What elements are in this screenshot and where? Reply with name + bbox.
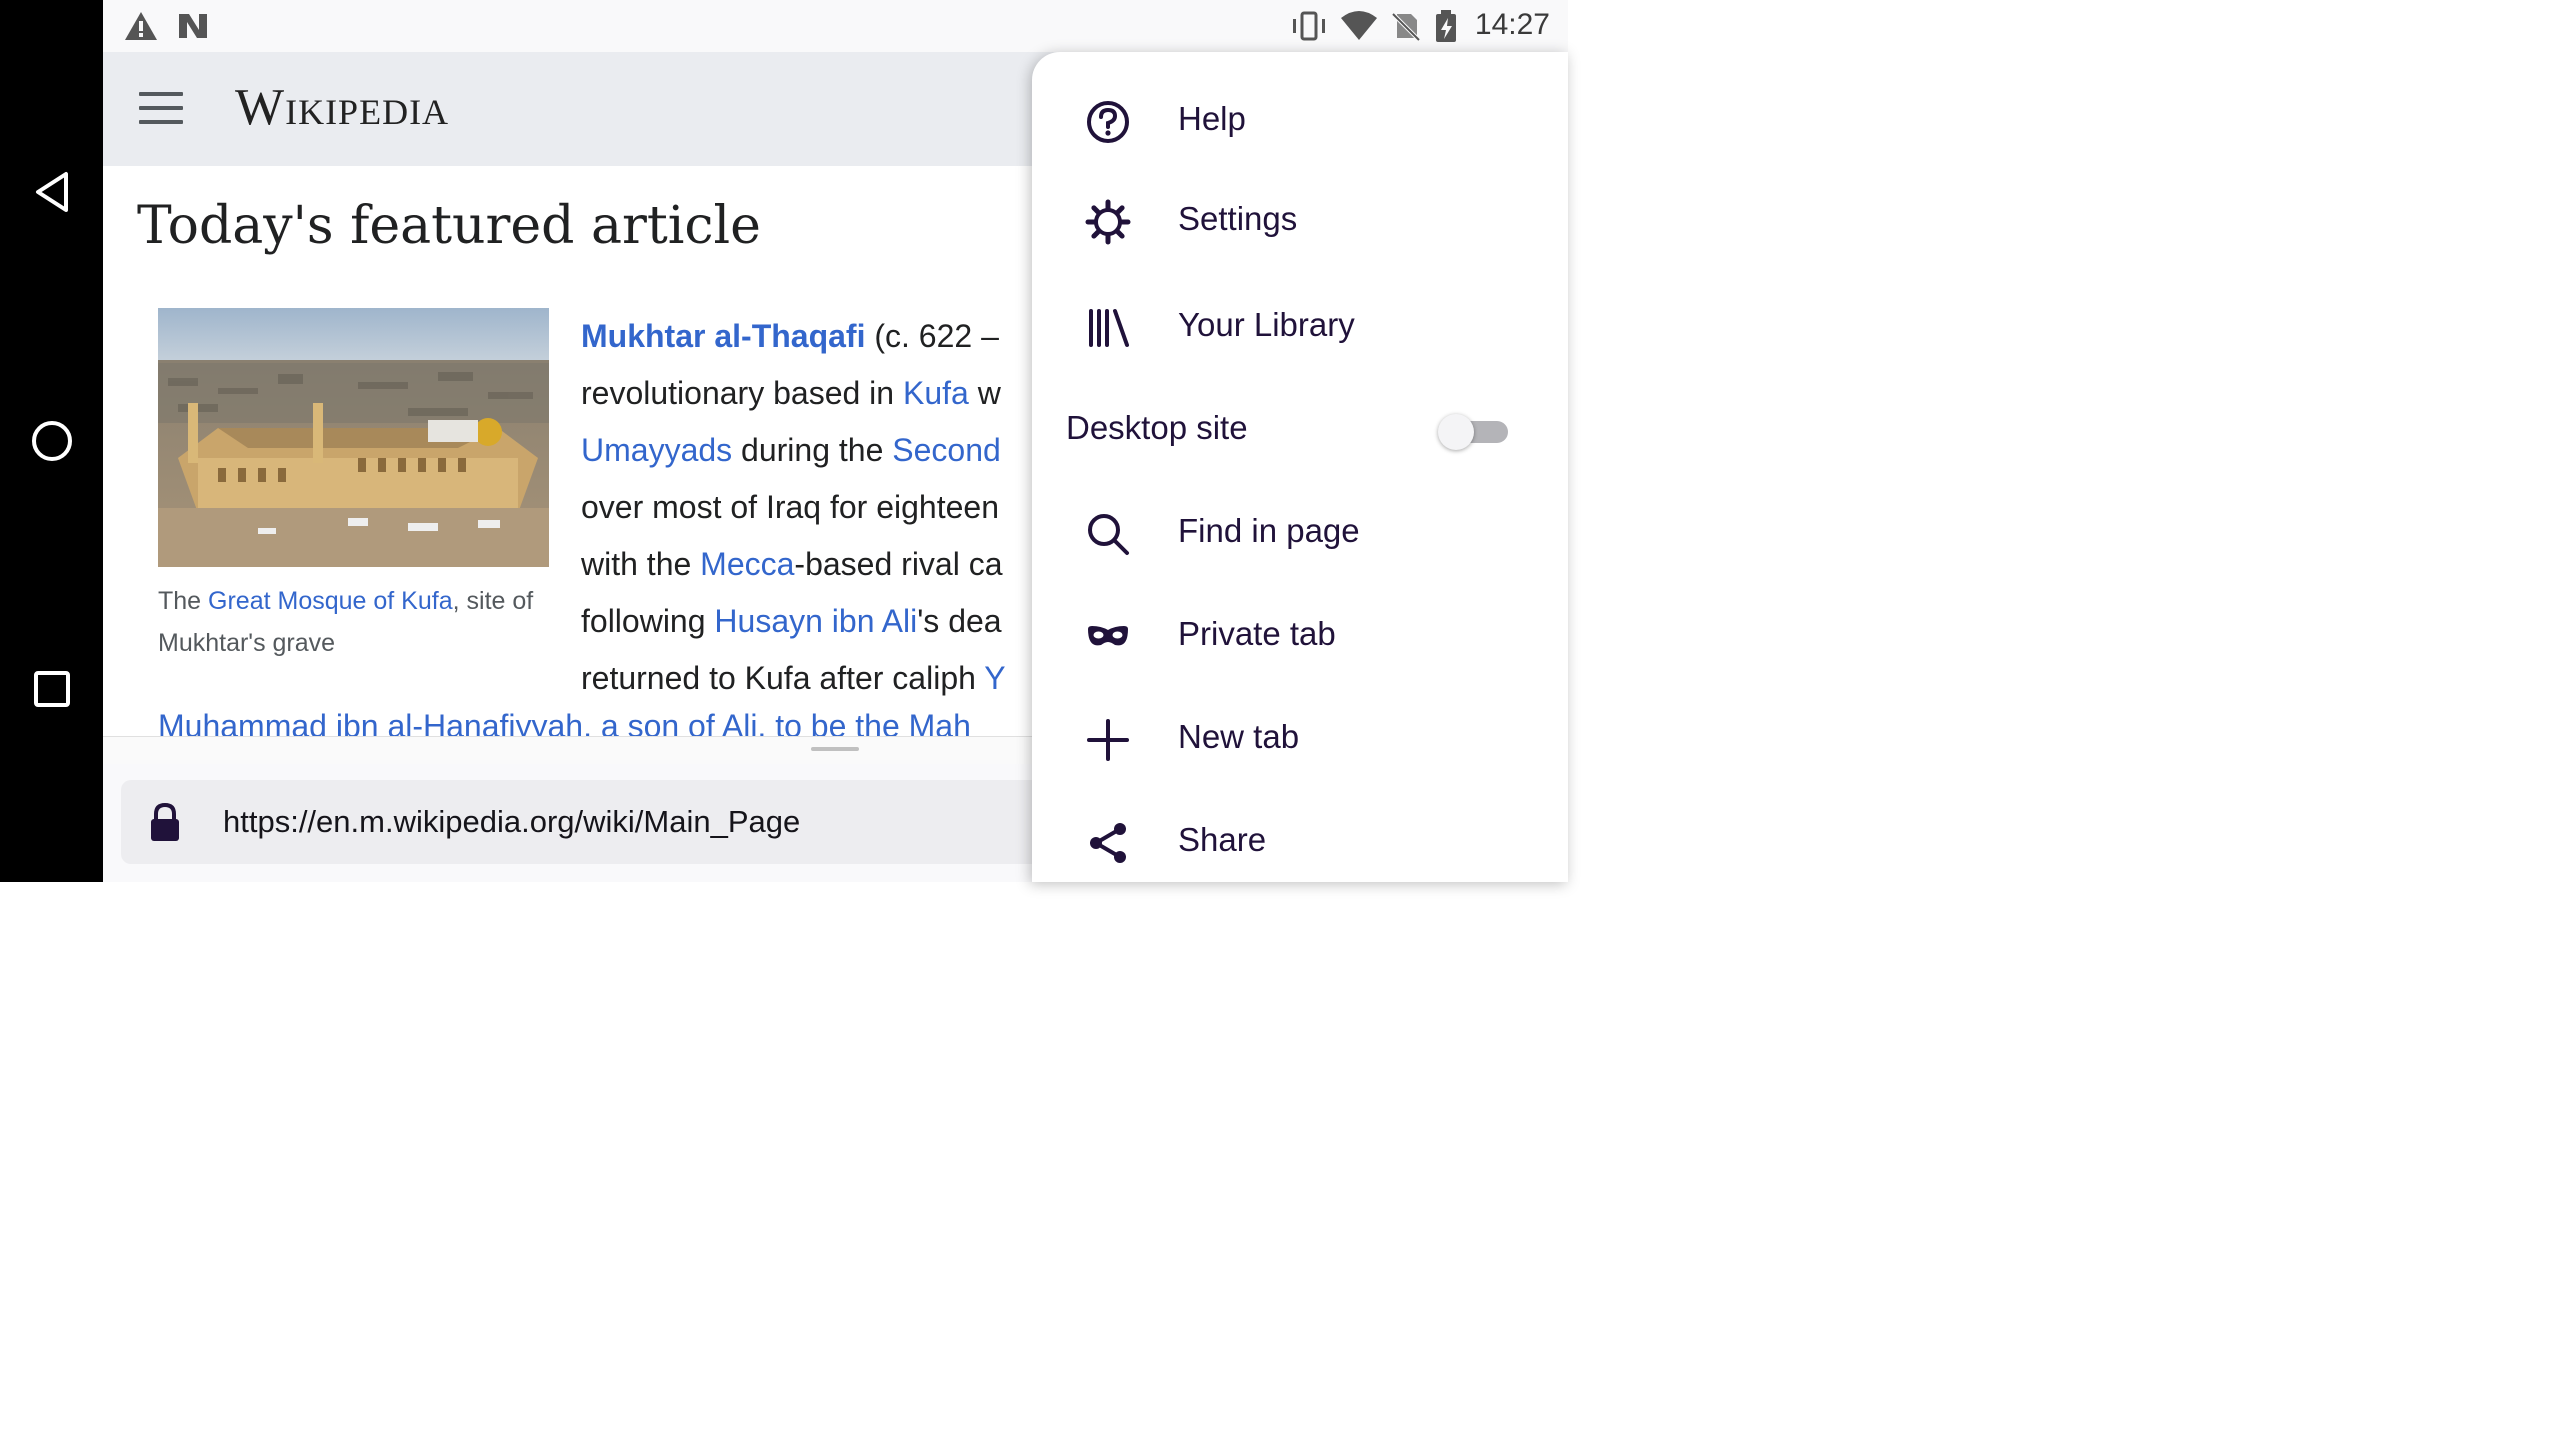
- android-nav-bar: [0, 0, 103, 882]
- find-in-page-label: Find in page: [1178, 512, 1360, 549]
- article-text: -based rival ca: [794, 546, 1003, 582]
- article-link[interactable]: Umayyads: [581, 432, 732, 468]
- article-link[interactable]: Y: [984, 660, 1005, 696]
- article-text: over most of Iraq for eighteen: [581, 489, 999, 525]
- browser-overflow-menu: Help Settings Your Library Desktop site …: [1032, 52, 1568, 882]
- article-link[interactable]: Mecca: [700, 546, 794, 582]
- warning-icon: [125, 12, 157, 40]
- desktop-site-toggle[interactable]: [1438, 413, 1510, 450]
- clock: 14:27: [1474, 8, 1550, 41]
- your-library-label: Your Library: [1178, 306, 1355, 343]
- menu-item-private-tab[interactable]: Private tab: [1032, 591, 1568, 681]
- help-icon: [1084, 98, 1132, 146]
- drag-handle[interactable]: [811, 747, 859, 751]
- hamburger-menu-icon[interactable]: [139, 92, 183, 126]
- article-link[interactable]: Kufa: [903, 375, 969, 411]
- menu-item-share[interactable]: Share: [1032, 797, 1568, 887]
- search-icon: [1084, 510, 1132, 558]
- url-text[interactable]: https://en.m.wikipedia.org/wiki/Main_Pag…: [223, 804, 800, 840]
- article-link[interactable]: Second: [892, 432, 1001, 468]
- recents-button[interactable]: [26, 663, 78, 715]
- wifi-icon: [1341, 11, 1377, 40]
- article-text: with the: [581, 546, 701, 582]
- home-button[interactable]: [26, 415, 78, 467]
- battery-charging-icon: [1436, 10, 1456, 42]
- article-cut-off-line[interactable]: Muhammad ibn al-Hanafiyyah, a son of Ali…: [158, 708, 971, 736]
- menu-item-new-tab[interactable]: New tab: [1032, 694, 1568, 784]
- back-triangle-icon: [36, 172, 68, 212]
- article-text: w: [968, 375, 1001, 411]
- back-button[interactable]: [26, 166, 78, 218]
- no-sim-icon: [1391, 12, 1421, 42]
- article-text: (c. 622 –: [865, 318, 999, 354]
- share-icon: [1084, 819, 1132, 867]
- recents-square-icon: [34, 671, 70, 707]
- gear-icon: [1084, 198, 1132, 246]
- new-tab-label: New tab: [1178, 718, 1300, 755]
- plus-icon: [1084, 716, 1132, 764]
- desktop-site-label: Desktop site: [1066, 409, 1248, 446]
- article-text: during the: [732, 432, 893, 468]
- article-text: 's dea: [917, 603, 1002, 639]
- private-tab-label: Private tab: [1178, 615, 1336, 652]
- menu-item-help[interactable]: Help: [1032, 76, 1568, 166]
- featured-article-heading: Today's featured article: [137, 196, 761, 256]
- article-text: revolutionary based in: [581, 375, 903, 411]
- article-link[interactable]: Husayn ibn Ali: [714, 603, 917, 639]
- status-bar: 14:27: [103, 0, 1568, 52]
- menu-item-desktop-site[interactable]: Desktop site: [1032, 385, 1568, 475]
- photo-caption: The Great Mosque of Kufa, site of Mukhta…: [158, 587, 534, 657]
- lock-icon[interactable]: [147, 802, 183, 844]
- menu-item-settings[interactable]: Settings: [1032, 176, 1568, 266]
- help-label: Help: [1178, 100, 1246, 137]
- wikipedia-logo[interactable]: Wikipedia: [235, 78, 449, 137]
- home-circle-icon: [32, 421, 72, 461]
- article-text: following: [581, 603, 715, 639]
- mask-icon: [1084, 613, 1132, 661]
- article-link[interactable]: Mukhtar al-Thaqafi: [581, 318, 865, 354]
- library-icon: [1084, 304, 1132, 352]
- great-mosque-link[interactable]: Great Mosque of Kufa: [208, 587, 453, 615]
- vibrate-icon: [1293, 11, 1325, 41]
- article-text: returned to Kufa after caliph: [581, 660, 985, 696]
- settings-label: Settings: [1178, 200, 1298, 237]
- menu-item-your-library[interactable]: Your Library: [1032, 282, 1568, 372]
- mosque-photo[interactable]: [158, 308, 549, 567]
- n-notification-icon: [179, 14, 207, 38]
- share-label: Share: [1178, 821, 1267, 858]
- menu-item-find-in-page[interactable]: Find in page: [1032, 488, 1568, 578]
